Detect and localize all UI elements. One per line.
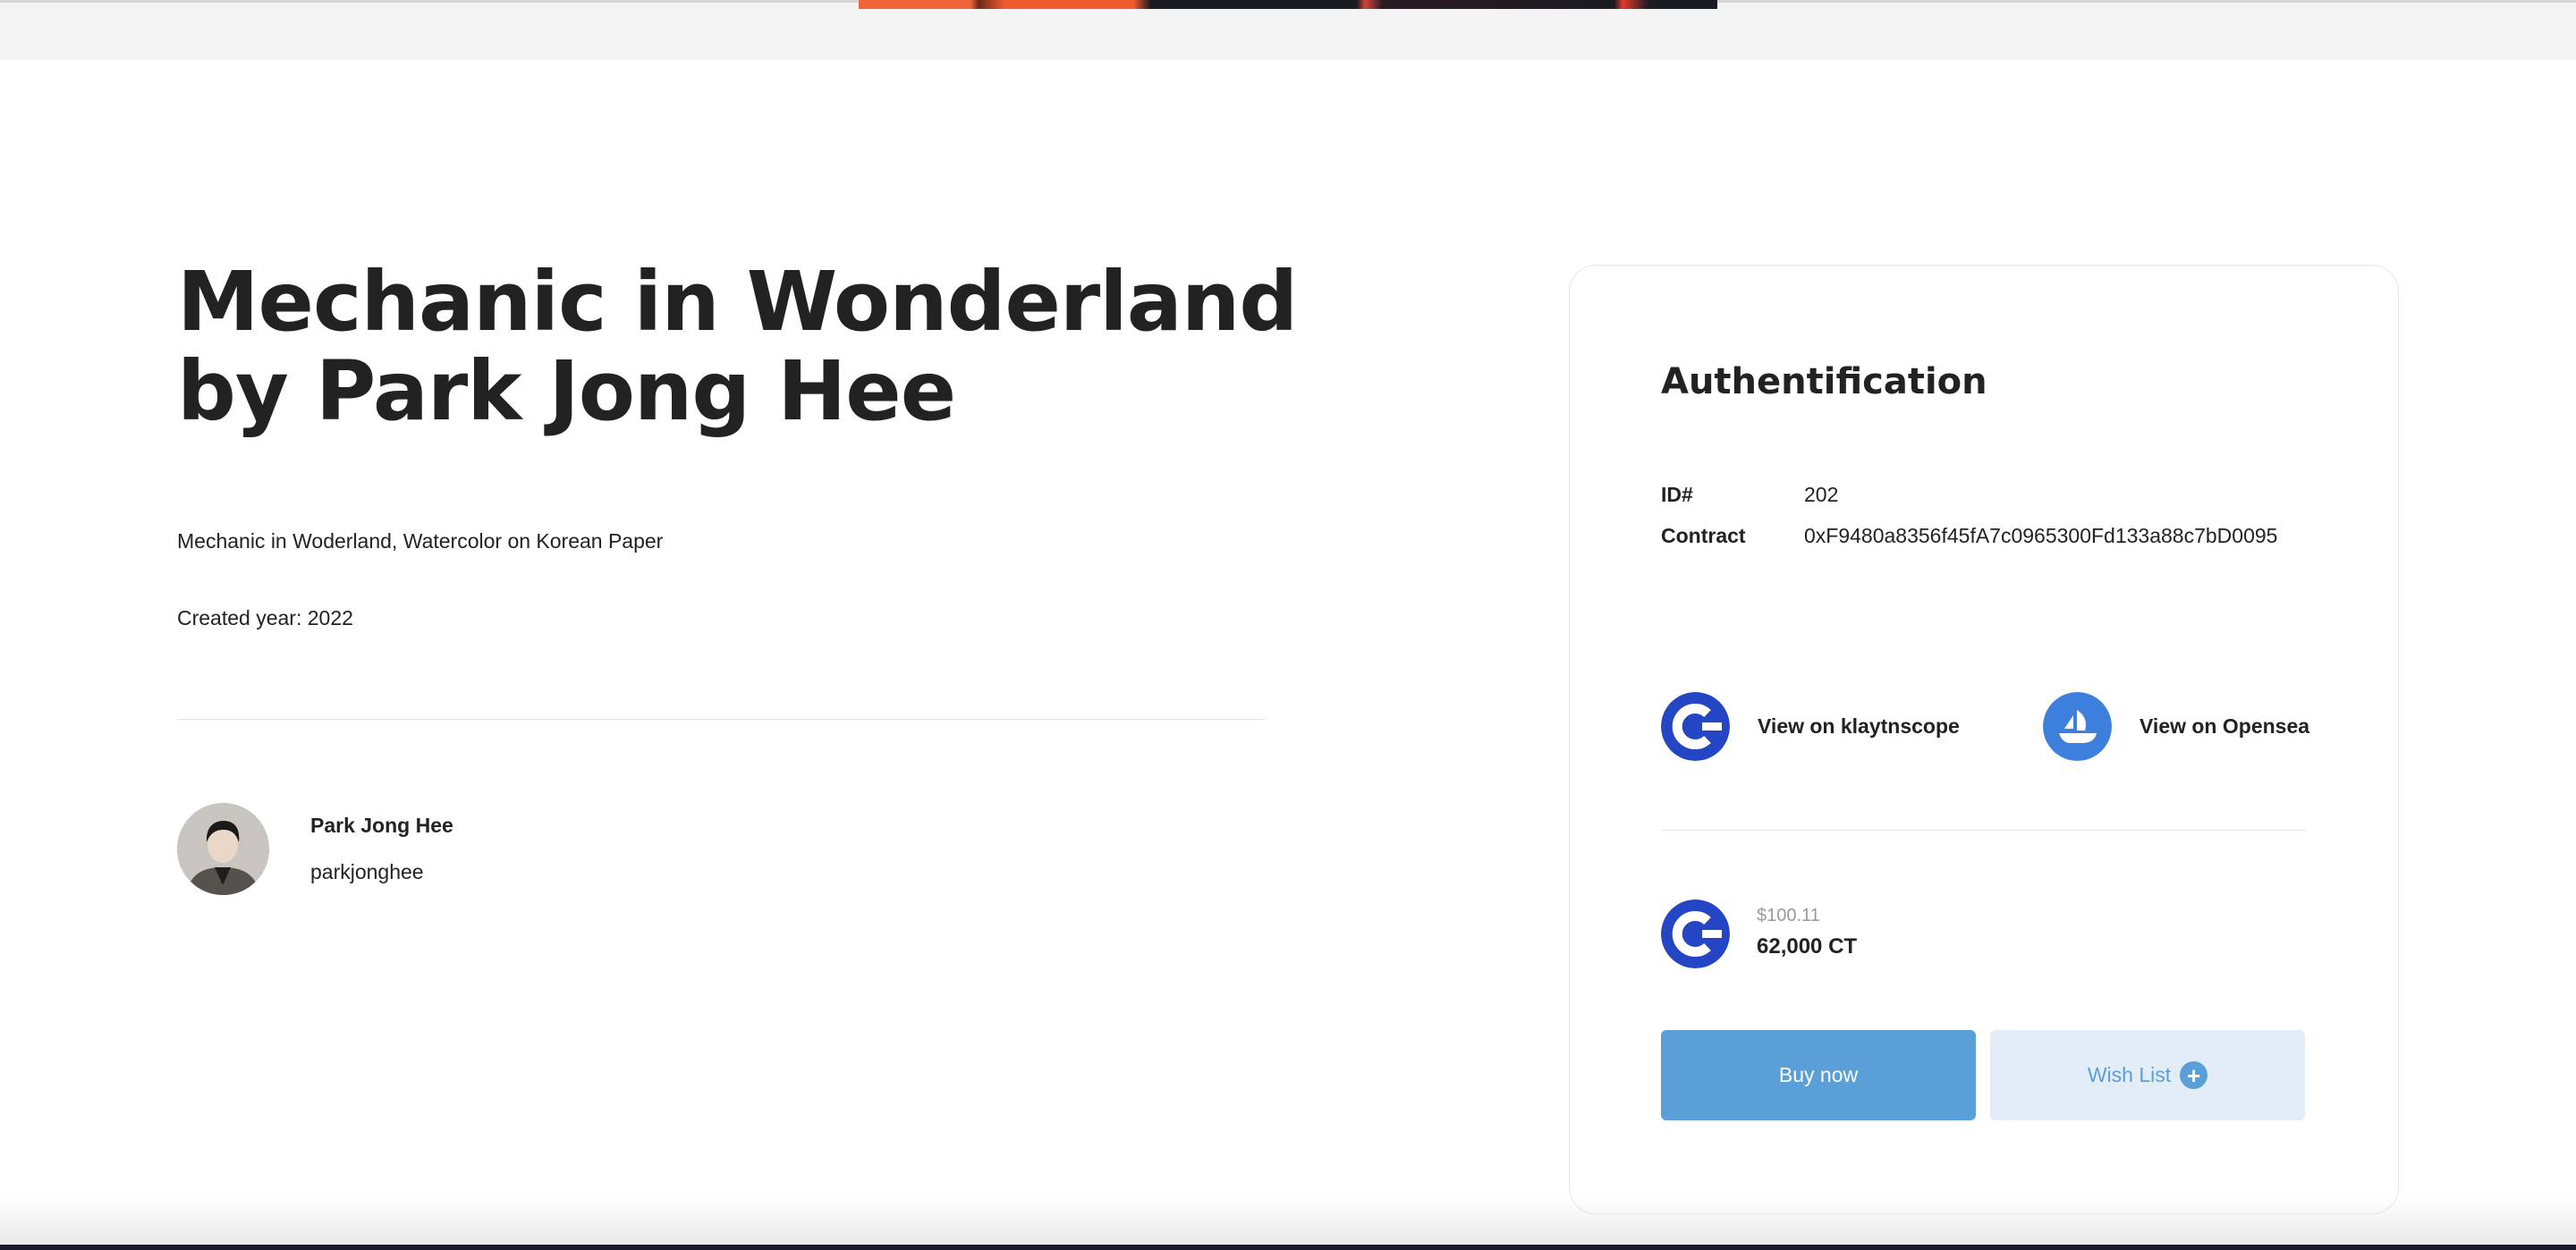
bottom-shadow — [0, 1198, 2576, 1250]
opensea-boat-icon — [2043, 692, 2112, 761]
view-on-opensea-link[interactable]: View on Opensea — [2043, 692, 2309, 761]
contract-label: Contract — [1661, 524, 1746, 547]
artist-handle[interactable]: parkjonghee — [310, 860, 424, 884]
artwork-title: Mechanic in Wonderland by Park Jong Hee — [177, 258, 1340, 436]
artwork-created-year: Created year: 2022 — [177, 606, 353, 629]
card-divider — [1661, 830, 2305, 831]
buy-now-button[interactable]: Buy now — [1661, 1030, 1976, 1120]
id-value: 202 — [1804, 483, 1839, 506]
id-label: ID# — [1661, 483, 1693, 506]
artwork-image-edge — [859, 0, 1717, 9]
artwork-title-line1: Mechanic in Wonderland — [177, 254, 1298, 350]
avatar-photo — [177, 803, 269, 895]
wish-list-button[interactable]: Wish List + — [1990, 1030, 2305, 1120]
avatar[interactable] — [177, 803, 269, 895]
price-usd: $100.11 — [1757, 906, 1820, 925]
klaytn-c-icon — [1661, 692, 1730, 761]
top-band — [0, 0, 2576, 60]
section-divider — [177, 719, 1265, 720]
plus-icon: + — [2180, 1061, 2208, 1089]
price-ct: 62,000 CT — [1757, 934, 1858, 959]
klaytn-c-icon — [1661, 899, 1730, 968]
klaytnscope-label: View on klaytnscope — [1758, 714, 1960, 738]
wish-list-label: Wish List — [2087, 1063, 2172, 1086]
artwork-description: Mechanic in Woderland, Watercolor on Kor… — [177, 529, 664, 553]
authentification-title: Authentification — [1661, 361, 1987, 402]
artwork-title-line2: by Park Jong Hee — [177, 343, 956, 439]
opensea-label: View on Opensea — [2140, 714, 2310, 738]
bottom-edge — [0, 1245, 2576, 1250]
view-on-klaytnscope-link[interactable]: View on klaytnscope — [1661, 692, 1960, 761]
contract-value[interactable]: 0xF9480a8356f45fA7c0965300Fd133a88c7bD00… — [1804, 524, 2277, 548]
artist-name[interactable]: Park Jong Hee — [310, 814, 453, 838]
